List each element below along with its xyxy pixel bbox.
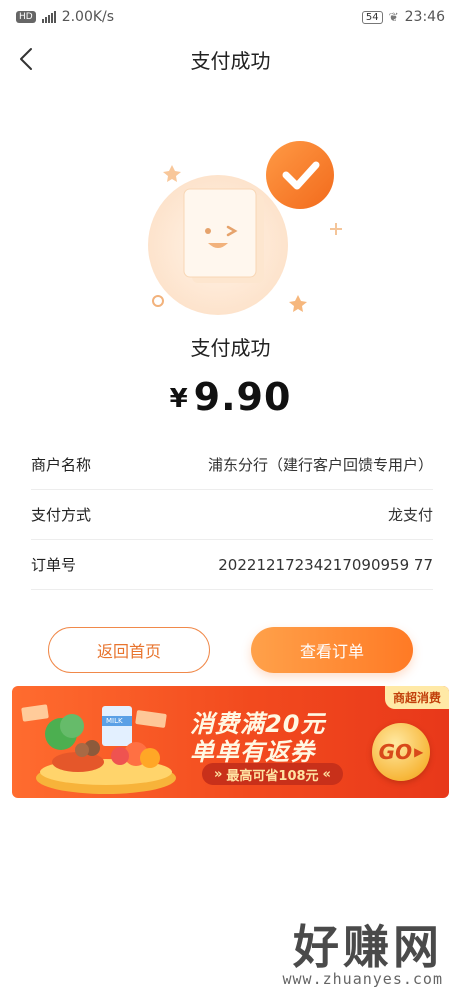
banner-savings-pill: » 最高可省108元 « [202, 763, 343, 785]
back-button[interactable] [12, 42, 40, 76]
order-number-value: 20221217234217090959 77 [218, 555, 433, 574]
clock: 23:46 [404, 9, 445, 25]
page-title: 支付成功 [190, 48, 271, 73]
site-watermark: 好赚网 www.zhuanyes.com [283, 924, 444, 988]
milk-carton-label: MILK [106, 717, 123, 725]
detail-row-merchant: 商户名称 浦东分行（建行客户回馈专用户） [31, 440, 433, 490]
banner-savings-text: 最高可省108元 [226, 768, 319, 784]
promo-banner[interactable]: MILK 商超消费 消费满20元 单单有返券 » 最高可省108元 « GO ▶ [12, 686, 449, 798]
payment-success-illustration [148, 141, 342, 315]
watermark-logo-text: 好赚网 [293, 920, 443, 974]
detail-row-method: 支付方式 龙支付 [31, 490, 433, 540]
battery-icon: 54 [361, 10, 383, 24]
double-chevron-left-icon: « [322, 766, 331, 782]
view-order-button[interactable]: 查看订单 [251, 627, 413, 673]
signal-icon [41, 11, 56, 23]
success-title: 支付成功 [190, 336, 271, 360]
payment-method-value: 龙支付 [387, 506, 433, 524]
currency-symbol: ¥ [169, 384, 188, 414]
payment-method-label: 支付方式 [31, 506, 92, 524]
go-button[interactable]: GO ▶ [372, 723, 430, 781]
go-label: GO [378, 740, 413, 764]
status-bar: HD 2.00K/s 54 ❦ 23:46 [0, 0, 461, 34]
chevron-left-icon [20, 48, 32, 70]
groceries-illustration: MILK [21, 704, 176, 794]
payment-details: 商户名称 浦东分行（建行客户回馈专用户） 支付方式 龙支付 订单号 202212… [31, 440, 433, 590]
merchant-label: 商户名称 [31, 456, 92, 474]
payment-amount: ¥9.90 [0, 375, 461, 419]
watermark-url: www.zhuanyes.com [282, 970, 443, 988]
status-right: 54 ❦ 23:46 [361, 9, 445, 25]
order-number-label: 订单号 [31, 556, 77, 574]
play-triangle-icon: ▶ [414, 745, 424, 759]
nav-bar: 支付成功 [0, 34, 461, 84]
network-speed: 2.00K/s [61, 9, 115, 25]
detail-row-order: 订单号 20221217234217090959 77 [31, 540, 433, 590]
amount-value: 9.90 [193, 375, 292, 419]
double-chevron-right-icon: » [214, 766, 223, 782]
hd-badge: HD [16, 11, 36, 23]
merchant-value: 浦东分行（建行客户回馈专用户） [207, 456, 433, 474]
banner-subheadline: 单单有返券 [190, 738, 315, 766]
banner-tag: 商超消费 [384, 686, 449, 709]
status-left: HD 2.00K/s [16, 9, 114, 25]
back-home-button[interactable]: 返回首页 [48, 627, 210, 673]
leaf-icon: ❦ [388, 10, 399, 24]
